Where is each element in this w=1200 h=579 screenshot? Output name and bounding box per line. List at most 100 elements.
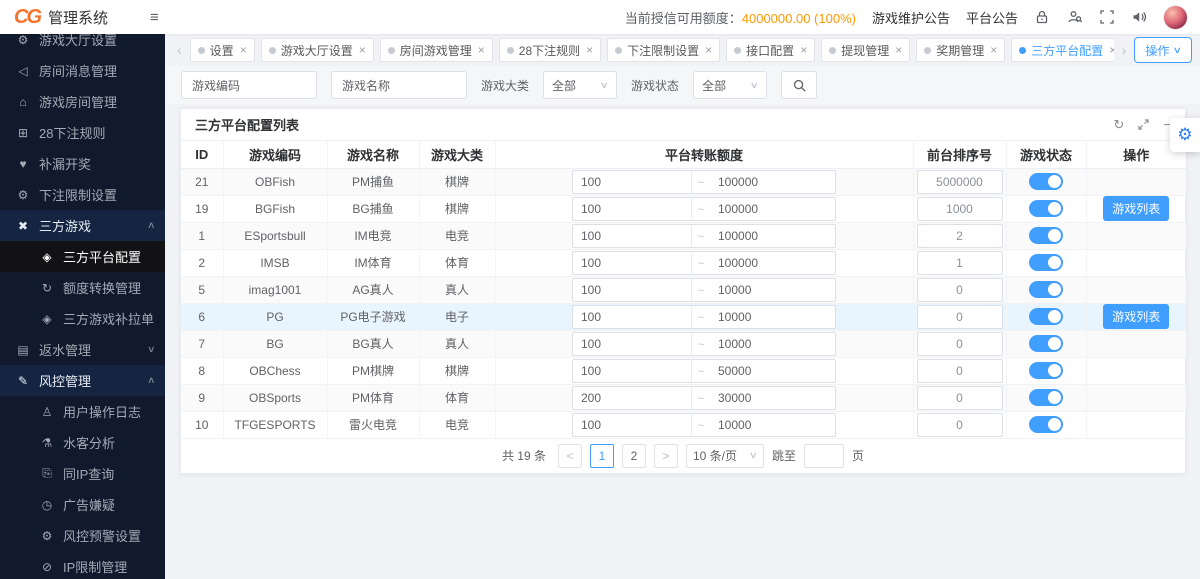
sort-order-input[interactable] bbox=[917, 359, 1003, 383]
tabs-scroll-left-icon[interactable]: ‹ bbox=[175, 42, 184, 58]
close-icon[interactable]: × bbox=[359, 43, 366, 57]
sidebar-item-user-op-log[interactable]: ♙用户操作日志 bbox=[0, 396, 165, 427]
max-quota-input[interactable] bbox=[710, 197, 836, 221]
max-quota-input[interactable] bbox=[710, 413, 836, 437]
max-quota-input[interactable] bbox=[710, 224, 836, 248]
close-icon[interactable]: × bbox=[586, 43, 593, 57]
sort-order-input[interactable] bbox=[917, 332, 1003, 356]
search-button[interactable] bbox=[781, 71, 817, 99]
game-category-select[interactable]: 全部 ∨ bbox=[543, 71, 617, 99]
sort-order-input[interactable] bbox=[917, 413, 1003, 437]
maintenance-notice-link[interactable]: 游戏维护公告 bbox=[872, 8, 950, 27]
sort-order-input[interactable] bbox=[917, 305, 1003, 329]
sidebar-item-same-ip-query[interactable]: ⎘同IP查询 bbox=[0, 458, 165, 489]
sidebar-item-water-analysis[interactable]: ⚗水客分析 bbox=[0, 427, 165, 458]
tab-settings[interactable]: 设置× bbox=[190, 38, 255, 62]
sidebar-item-bet-limit-settings[interactable]: ⚙下注限制设置 bbox=[0, 179, 165, 210]
sort-order-input[interactable] bbox=[917, 251, 1003, 275]
page-button-1[interactable]: 1 bbox=[590, 444, 614, 468]
user-avatar[interactable] bbox=[1163, 5, 1188, 30]
status-toggle[interactable] bbox=[1029, 389, 1063, 406]
lock-icon[interactable] bbox=[1034, 9, 1050, 25]
sidebar-item-ad-suspect[interactable]: ◷广告嫌疑 bbox=[0, 489, 165, 520]
close-icon[interactable]: × bbox=[895, 43, 902, 57]
game-code-input[interactable] bbox=[248, 73, 316, 97]
settings-gear-button[interactable]: ⚙ bbox=[1170, 118, 1200, 152]
platform-notice-link[interactable]: 平台公告 bbox=[966, 8, 1018, 27]
sort-order-input[interactable] bbox=[917, 278, 1003, 302]
min-quota-input[interactable] bbox=[572, 305, 692, 329]
tab-bet-limit-settings[interactable]: 下注限制设置× bbox=[607, 38, 720, 62]
sidebar-item-third-pull-order[interactable]: ◈三方游戏补拉单 bbox=[0, 303, 165, 334]
sidebar-item-rebate-management[interactable]: ▤返水管理∨ bbox=[0, 334, 165, 365]
fullscreen-icon[interactable] bbox=[1099, 9, 1115, 25]
sidebar-item-risk-alert-settings[interactable]: ⚙风控预警设置 bbox=[0, 520, 165, 551]
account-search-icon[interactable] bbox=[1066, 9, 1083, 25]
refresh-icon[interactable]: ↻ bbox=[1114, 118, 1125, 131]
max-quota-input[interactable] bbox=[710, 251, 836, 275]
tab-prize-period-management[interactable]: 奖期管理× bbox=[916, 38, 1005, 62]
game-list-button[interactable]: 游戏列表 bbox=[1103, 304, 1169, 329]
game-name-input[interactable] bbox=[398, 73, 466, 97]
tab-actions-button[interactable]: 操作 ∨ bbox=[1134, 37, 1192, 63]
sidebar-item-ip-limit[interactable]: ⊘IP限制管理 bbox=[0, 551, 165, 579]
status-toggle[interactable] bbox=[1029, 200, 1063, 217]
tab-third-platform-config[interactable]: 三方平台配置× bbox=[1011, 38, 1113, 62]
min-quota-input[interactable] bbox=[572, 197, 692, 221]
sort-order-input[interactable] bbox=[917, 197, 1003, 221]
tab-bet28-rules[interactable]: 28下注规则× bbox=[499, 38, 601, 62]
page-button-2[interactable]: 2 bbox=[622, 444, 646, 468]
tab-room-game-management[interactable]: 房间游戏管理× bbox=[380, 38, 493, 62]
sidebar-item-game-room[interactable]: ⌂游戏房间管理 bbox=[0, 86, 165, 117]
status-toggle[interactable] bbox=[1029, 362, 1063, 379]
sidebar-item-makeup-draw[interactable]: ♥补漏开奖 bbox=[0, 148, 165, 179]
close-icon[interactable]: × bbox=[1109, 43, 1113, 57]
status-toggle[interactable] bbox=[1029, 227, 1063, 244]
max-quota-input[interactable] bbox=[710, 332, 836, 356]
max-quota-input[interactable] bbox=[710, 305, 836, 329]
sidebar-item-third-platform-config[interactable]: ◈三方平台配置 bbox=[0, 241, 165, 272]
close-icon[interactable]: × bbox=[240, 43, 247, 57]
close-icon[interactable]: × bbox=[705, 43, 712, 57]
max-quota-input[interactable] bbox=[710, 359, 836, 383]
sidebar-item-third-party-games[interactable]: ✖三方游戏∧ bbox=[0, 210, 165, 241]
status-toggle[interactable] bbox=[1029, 281, 1063, 298]
sort-order-input[interactable] bbox=[917, 386, 1003, 410]
close-icon[interactable]: × bbox=[478, 43, 485, 57]
sidebar-item-risk-control[interactable]: ✎风控管理∧ bbox=[0, 365, 165, 396]
game-list-button[interactable]: 游戏列表 bbox=[1103, 196, 1169, 221]
status-toggle[interactable] bbox=[1029, 254, 1063, 271]
min-quota-input[interactable] bbox=[572, 359, 692, 383]
sidebar-item-bet28-rules[interactable]: ⊞28下注规则 bbox=[0, 117, 165, 148]
status-toggle[interactable] bbox=[1029, 173, 1063, 190]
max-quota-input[interactable] bbox=[710, 278, 836, 302]
expand-icon[interactable] bbox=[1138, 119, 1149, 130]
menu-fold-icon[interactable]: ≡ bbox=[150, 9, 159, 26]
status-toggle[interactable] bbox=[1029, 308, 1063, 325]
game-status-select[interactable]: 全部 ∨ bbox=[693, 71, 767, 99]
status-toggle[interactable] bbox=[1029, 335, 1063, 352]
sidebar-item-room-message[interactable]: ◁房间消息管理 bbox=[0, 55, 165, 86]
sidebar-item-game-hall-settings[interactable]: ⚙游戏大厅设置 bbox=[0, 34, 165, 55]
tab-game-hall-settings[interactable]: 游戏大厅设置× bbox=[261, 38, 374, 62]
sound-icon[interactable] bbox=[1131, 9, 1147, 25]
sort-order-input[interactable] bbox=[917, 170, 1003, 194]
tab-interface-config[interactable]: 接口配置× bbox=[726, 38, 815, 62]
max-quota-input[interactable] bbox=[710, 170, 836, 194]
page-size-select[interactable]: 10 条/页 ∨ bbox=[686, 444, 764, 468]
status-toggle[interactable] bbox=[1029, 416, 1063, 433]
prev-page-button[interactable]: < bbox=[558, 444, 582, 468]
min-quota-input[interactable] bbox=[572, 386, 692, 410]
min-quota-input[interactable] bbox=[572, 224, 692, 248]
min-quota-input[interactable] bbox=[572, 413, 692, 437]
sort-order-input[interactable] bbox=[917, 224, 1003, 248]
close-icon[interactable]: × bbox=[990, 43, 997, 57]
close-icon[interactable]: × bbox=[800, 43, 807, 57]
tab-withdraw-management[interactable]: 提现管理× bbox=[821, 38, 910, 62]
min-quota-input[interactable] bbox=[572, 278, 692, 302]
sidebar-item-quota-exchange[interactable]: ↻额度转换管理 bbox=[0, 272, 165, 303]
tabs-scroll-right-icon[interactable]: › bbox=[1120, 42, 1129, 58]
next-page-button[interactable]: > bbox=[654, 444, 678, 468]
jump-page-input[interactable] bbox=[804, 444, 844, 468]
min-quota-input[interactable] bbox=[572, 332, 692, 356]
